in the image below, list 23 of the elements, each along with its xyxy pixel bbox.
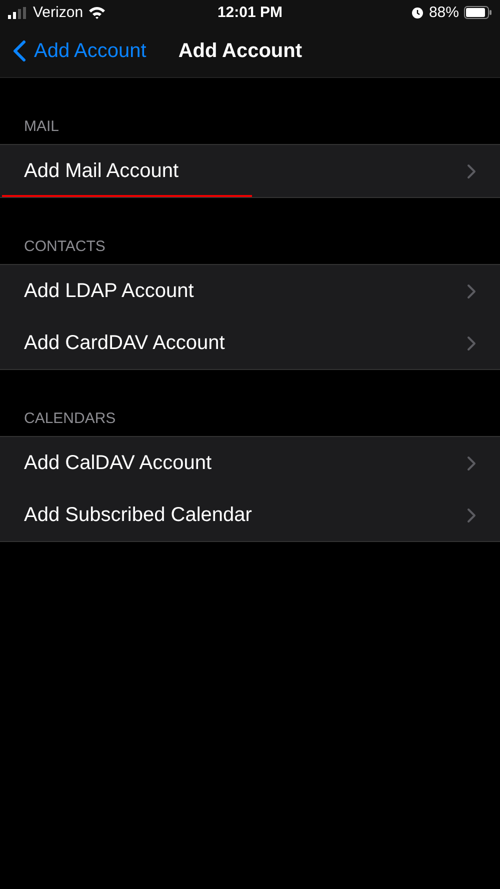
chevron-right-icon	[467, 336, 476, 350]
carrier-name: Verizon	[33, 4, 84, 21]
settings-row[interactable]: Add Mail Account	[0, 145, 500, 197]
chevron-right-icon	[467, 456, 476, 470]
signal-icon	[8, 6, 28, 18]
chevron-right-icon	[467, 508, 476, 522]
chevron-right-icon	[467, 164, 476, 178]
settings-row[interactable]: Add Subscribed Calendar	[0, 489, 500, 541]
alarm-icon	[410, 6, 424, 19]
back-button[interactable]: Add Account	[12, 40, 146, 62]
page-title: Add Account	[178, 40, 302, 62]
section-header: CALENDARS	[23, 409, 117, 429]
settings-row[interactable]: Add LDAP Account	[0, 265, 500, 317]
battery-icon	[464, 6, 492, 19]
chevron-left-icon	[12, 40, 26, 62]
settings-row[interactable]: Add CalDAV Account	[0, 437, 500, 489]
status-time: 12:01 PM	[217, 4, 283, 21]
settings-row[interactable]: Add CardDAV Account	[0, 317, 500, 369]
battery-percent: 88%	[428, 4, 459, 21]
section-header: CONTACTS	[23, 237, 106, 257]
wifi-icon	[88, 6, 106, 19]
section-header: MAIL	[23, 117, 60, 137]
chevron-right-icon	[467, 284, 476, 298]
